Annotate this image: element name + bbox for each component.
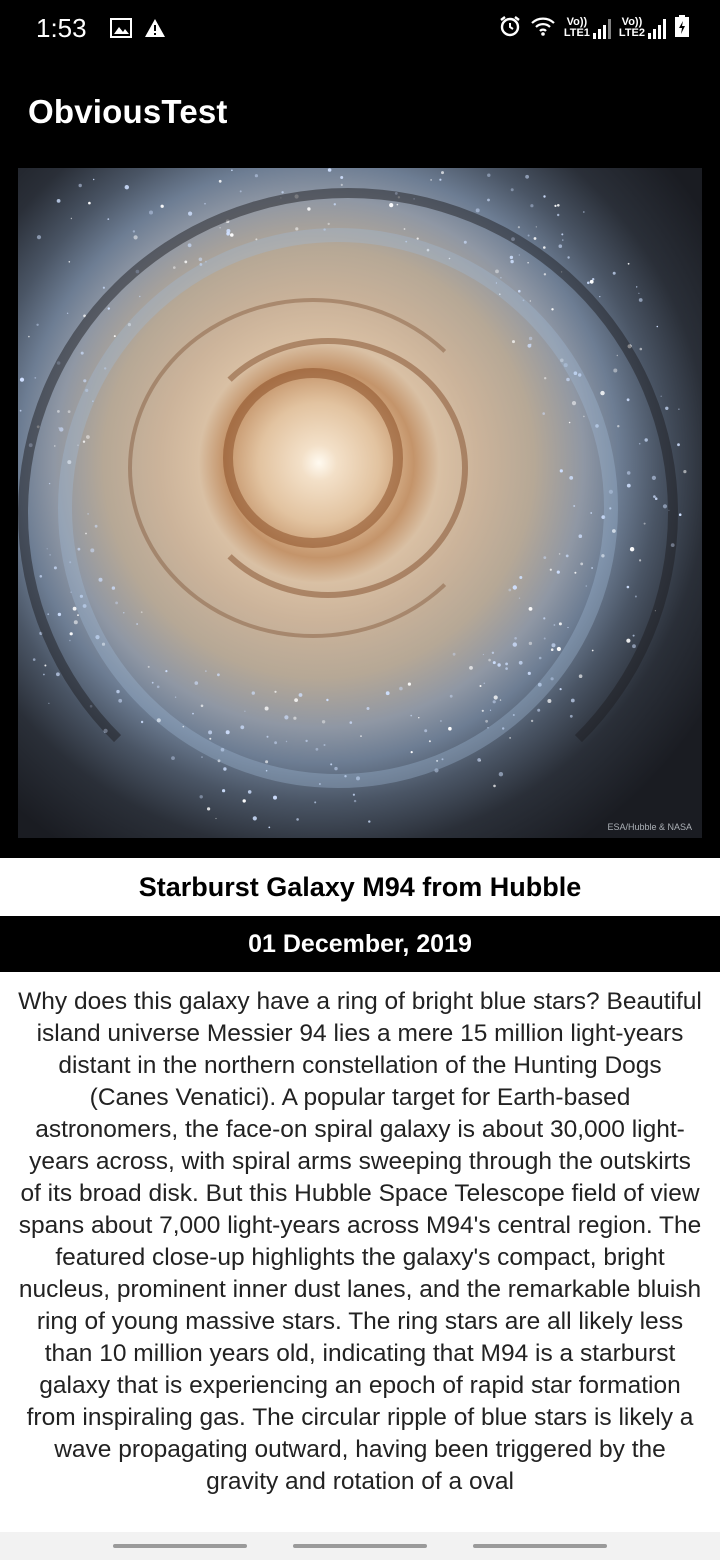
system-navigation-bar: [0, 1532, 720, 1560]
title-section: Starburst Galaxy M94 from Hubble: [0, 858, 720, 916]
status-bar: 1:53 Vo)) LTE1 Vo)) LTE2: [0, 0, 720, 56]
image-icon: [109, 16, 133, 40]
apod-title: Starburst Galaxy M94 from Hubble: [138, 871, 582, 902]
sim2-signal: Vo)) LTE2: [619, 17, 666, 39]
description-section[interactable]: Why does this galaxy have a ring of brig…: [0, 972, 720, 1532]
nav-home-handle[interactable]: [293, 1544, 427, 1548]
signal-icon: [648, 19, 666, 39]
status-icons: Vo)) LTE1 Vo)) LTE2: [498, 14, 690, 43]
warning-icon: [143, 16, 167, 40]
wifi-icon: [530, 15, 556, 42]
nav-back-handle[interactable]: [473, 1544, 607, 1548]
galaxy-image[interactable]: ESA/Hubble & NASA: [18, 168, 702, 838]
app-title: ObviousTest: [28, 93, 228, 130]
alarm-icon: [498, 14, 522, 43]
apod-explanation: Why does this galaxy have a ring of brig…: [18, 988, 702, 1495]
signal-icon: [592, 19, 611, 39]
status-time: 1:53: [36, 12, 87, 43]
date-section: 01 December, 2019: [0, 916, 720, 972]
app-bar: ObviousTest: [0, 56, 720, 168]
sim2-network-label: LTE2: [618, 27, 645, 39]
apod-image-container: ESA/Hubble & NASA: [0, 168, 720, 858]
battery-icon: [674, 14, 690, 43]
apod-date: 01 December, 2019: [248, 929, 472, 958]
nav-recents-handle[interactable]: [113, 1544, 247, 1548]
sim1-network-label: LTE1: [563, 27, 590, 39]
sim1-signal: Vo)) LTE1: [564, 17, 611, 39]
image-credit: ESA/Hubble & NASA: [607, 822, 692, 832]
